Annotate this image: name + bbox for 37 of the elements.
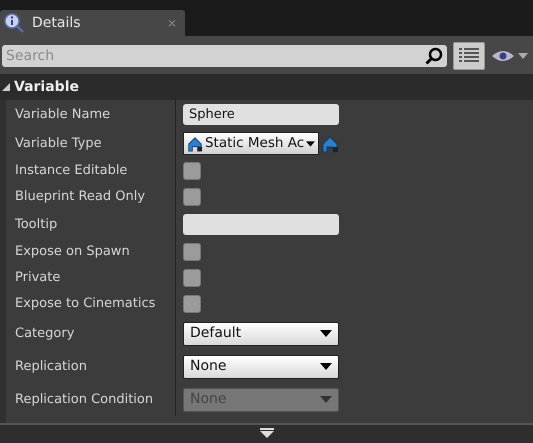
caret-icon <box>320 396 332 403</box>
checkbox[interactable] <box>183 188 201 206</box>
text-field[interactable] <box>183 214 339 235</box>
caret-icon <box>320 363 332 370</box>
property-label: Expose on Spawn <box>6 239 176 265</box>
property-label: Blueprint Read Only <box>6 184 176 210</box>
caret-icon <box>306 140 315 146</box>
property-label: Expose to Cinematics <box>6 291 176 317</box>
house-icon <box>187 134 203 152</box>
caret-icon <box>320 330 332 337</box>
property-label: Variable Type <box>6 129 176 158</box>
list-view-button[interactable] <box>453 42 485 70</box>
search-field[interactable]: Search <box>2 45 447 67</box>
text-field[interactable]: Sphere <box>183 104 339 125</box>
house-icon[interactable] <box>321 134 339 152</box>
checkbox[interactable] <box>183 243 201 261</box>
info-magnifier-icon <box>4 13 24 33</box>
checkbox[interactable] <box>183 269 201 287</box>
list-icon <box>459 47 479 65</box>
expanded-arrow-icon[interactable] <box>2 83 10 91</box>
property-label: Replication <box>6 350 176 383</box>
details-tab[interactable]: Details × <box>0 10 185 36</box>
checkbox[interactable] <box>183 295 201 313</box>
scroll-down-icon[interactable] <box>260 428 274 438</box>
type-dropdown[interactable]: Static Mesh Ac <box>183 132 319 155</box>
property-label: Variable Name <box>6 100 176 129</box>
search-icon[interactable] <box>425 47 443 65</box>
property-label: Instance Editable <box>6 158 176 184</box>
property-label: Tooltip <box>6 210 176 239</box>
dropdown[interactable]: None <box>183 354 339 378</box>
section-title: Variable <box>14 78 79 96</box>
dropdown[interactable]: Default <box>183 322 339 346</box>
property-label: Private <box>6 265 176 291</box>
property-label: Replication Condition <box>6 383 176 416</box>
checkbox[interactable] <box>183 162 201 180</box>
property-label: Category <box>6 317 176 350</box>
eye-icon[interactable] <box>491 48 529 64</box>
